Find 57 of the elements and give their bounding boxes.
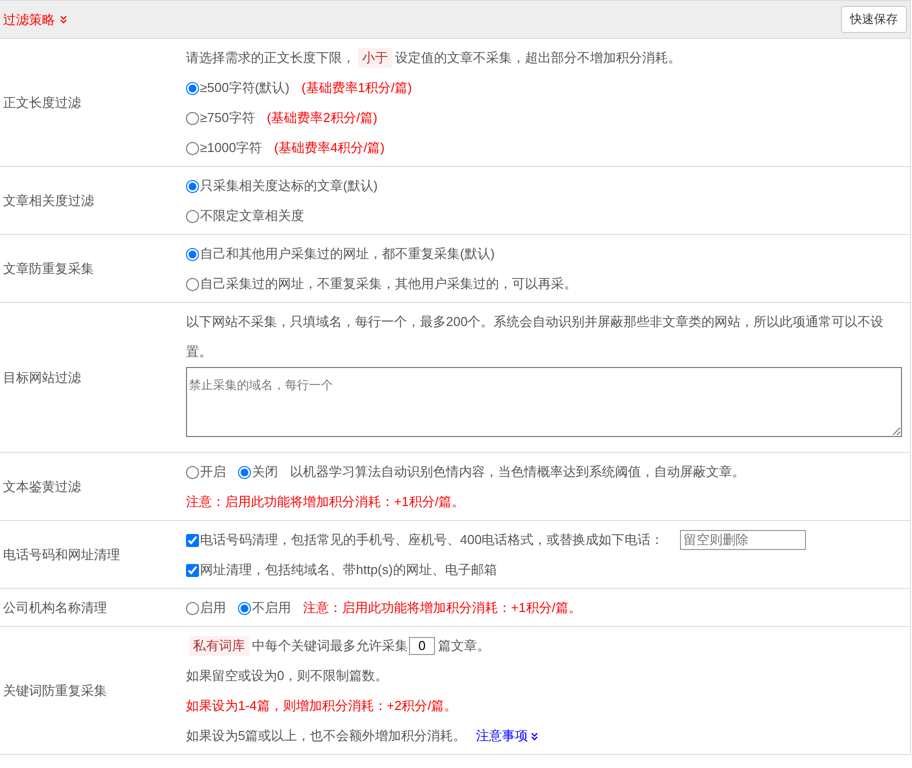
radio-button[interactable] xyxy=(186,278,199,290)
radio-label[interactable]: 关闭 xyxy=(252,457,278,487)
radio-label[interactable]: ≥750字符 xyxy=(200,103,255,133)
radio-button[interactable] xyxy=(186,142,199,154)
radio-label[interactable]: 不启用 xyxy=(252,593,291,623)
description-text: 以机器学习算法自动识别色情内容，当色情概率达到系统阈值，自动屏蔽文章。 xyxy=(290,463,745,481)
setting-label: 公司机构名称清理 xyxy=(2,598,108,616)
warning-text: 注意：启用此功能将增加积分消耗：+1积分/篇。 xyxy=(186,493,464,511)
keyword-tag: 私有词库 xyxy=(189,636,249,656)
radio-button[interactable] xyxy=(186,112,199,124)
setting-label: 文章相关度过滤 xyxy=(2,192,95,210)
checkbox[interactable] xyxy=(186,534,199,546)
description-text: 篇文章。 xyxy=(438,637,490,655)
setting-label: 目标网站过滤 xyxy=(2,368,82,386)
warning-text: (基础费率2积分/篇) xyxy=(266,109,378,127)
radio-button[interactable] xyxy=(186,82,199,94)
radio-label[interactable]: ≥1000字符 xyxy=(200,133,262,163)
setting-label: 正文长度过滤 xyxy=(2,94,82,112)
radio-button[interactable] xyxy=(186,466,199,478)
radio-label[interactable]: 开启 xyxy=(200,457,226,487)
radio-button[interactable] xyxy=(186,210,199,222)
description-text: 中每个关键词最多允许采集 xyxy=(252,637,408,655)
double-chevron-icon xyxy=(59,15,68,24)
warning-text: 如果设为1-4篇，则增加积分消耗：+2积分/篇。 xyxy=(186,697,458,715)
setting-label: 关键词防重复采集 xyxy=(2,682,108,700)
radio-button[interactable] xyxy=(186,180,199,192)
warning-text: (基础费率4积分/篇) xyxy=(274,139,385,157)
setting-label: 文本鉴黄过滤 xyxy=(2,478,82,496)
radio-label[interactable]: ≥500字符(默认) xyxy=(200,73,290,103)
checkbox[interactable] xyxy=(186,564,199,576)
radio-label[interactable]: 自己采集过的网址，不重复采集，其他用户采集过的，可以再采。 xyxy=(200,269,577,299)
quick-save-button[interactable]: 快速保存 xyxy=(841,6,907,33)
checkbox-label[interactable]: 网址清理，包括纯域名、带http(s)的网址、电子邮箱 xyxy=(200,555,497,585)
phone-input-field[interactable]: 留空则删除 xyxy=(680,530,806,550)
radio-label[interactable]: 只采集相关度达标的文章(默认) xyxy=(200,171,378,201)
description-text: 请选择需求的正文长度下限， xyxy=(186,49,355,67)
radio-label[interactable]: 不限定文章相关度 xyxy=(200,201,304,231)
radio-label[interactable]: 启用 xyxy=(200,593,226,623)
warning-text: 注意：启用此功能将增加积分消耗：+1积分/篇。 xyxy=(303,599,582,617)
setting-label: 文章防重复采集 xyxy=(2,260,95,278)
notes-link[interactable]: 注意事项 xyxy=(476,721,540,751)
radio-button[interactable] xyxy=(238,602,251,614)
radio-button[interactable] xyxy=(186,602,199,614)
number-input-field[interactable]: 0 xyxy=(409,637,435,655)
description-text: 如果设为5篇或以上，也不会额外增加积分消耗。 xyxy=(186,727,466,745)
radio-label[interactable]: 自己和其他用户采集过的网址，都不重复采集(默认) xyxy=(200,239,495,269)
keyword-tag: 小于 xyxy=(358,48,392,68)
description-text: 设定值的文章不采集，超出部分不增加积分消耗。 xyxy=(395,49,681,67)
domain-textarea[interactable]: 禁止采集的域名，每行一个 xyxy=(186,367,902,437)
description-text: 如果留空或设为0，则不限制篇数。 xyxy=(186,667,388,685)
setting-label: 电话号码和网址清理 xyxy=(2,546,121,564)
double-chevron-icon xyxy=(530,732,540,740)
radio-button[interactable] xyxy=(186,248,199,260)
radio-button[interactable] xyxy=(238,466,251,478)
description-text: 以下网站不采集，只填域名，每行一个，最多200个。系统会自动识别并屏蔽那些非文章类的网站，所以此项通常可以不设置。 xyxy=(186,313,885,361)
checkbox-label[interactable]: 电话号码清理，包括常见的手机号、座机号、400电话格式，或替换成如下电话： xyxy=(200,525,664,555)
warning-text: (基础费率1积分/篇) xyxy=(301,79,412,97)
